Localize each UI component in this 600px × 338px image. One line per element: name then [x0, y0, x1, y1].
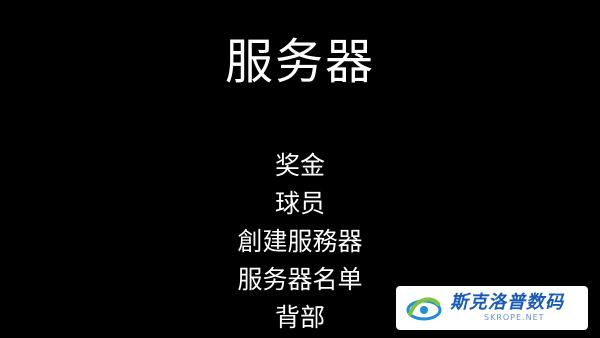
- watermark-url: SKROPE.NET: [484, 313, 545, 322]
- watermark-brand: 斯克洛普数码: [450, 292, 564, 313]
- skrope-logo-icon: [406, 297, 442, 321]
- menu-item-players[interactable]: 球员: [267, 185, 333, 223]
- page-title: 服务器: [224, 34, 375, 90]
- game-menu-screen: 服务器 奖金 球员 創建服務器 服务器名单 背部 斯克洛普数码 SKROPE.N…: [0, 0, 600, 338]
- menu-item-back[interactable]: 背部: [267, 299, 333, 337]
- menu-item-create-server[interactable]: 創建服務器: [229, 223, 370, 261]
- site-watermark: 斯克洛普数码 SKROPE.NET: [396, 286, 588, 330]
- menu-item-bonus[interactable]: 奖金: [267, 147, 333, 185]
- menu-item-server-list[interactable]: 服务器名单: [229, 261, 370, 299]
- watermark-text: 斯克洛普数码 SKROPE.NET: [450, 293, 564, 323]
